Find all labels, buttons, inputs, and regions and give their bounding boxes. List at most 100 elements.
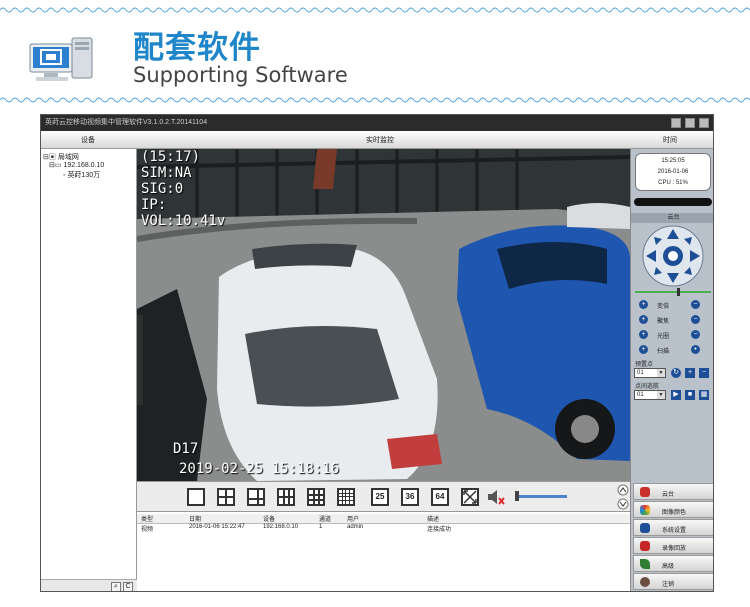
device-tree-panel: ⊟▣ 局域网 ⊟▭ 192.168.0.10 ◦ 英莳130万 ⌕ C [41,149,137,591]
split-4-button[interactable] [217,488,235,506]
osd-timestamp: 2019-02-25 15:18:16 [179,461,340,477]
clock-display: 15:25:05 2016-01-06 CPU : 51% [635,153,711,191]
window-titlebar: 英莳云控移动视频集中管理软件V3.1.0.2.T.20141104 [41,115,713,131]
menu-system-settings-button[interactable]: 系统设置 [633,519,713,536]
ptz-iris-row: + 光圈 − [635,329,713,341]
cruise-label: 点间巡航 [635,384,660,390]
window-title: 英莳云控移动视频集中管理软件V3.1.0.2.T.20141104 [45,119,208,126]
iris-close-button[interactable]: − [691,330,700,339]
scan-start-button[interactable]: + [639,345,648,354]
search-button[interactable]: ⌕ [111,582,121,591]
wavy-divider-top [0,7,750,13]
log-col-user: 用户 [347,517,360,523]
preset-delete-button[interactable]: − [699,368,709,378]
video-frame [137,149,630,481]
fullscreen-icon[interactable] [461,488,479,506]
split-64-button[interactable]: 64 [431,488,449,506]
tree-node-device[interactable]: ◦ 英莳130万 [63,170,100,180]
ptz-scan-row: + 扫描 • [635,344,713,356]
osd-ip: IP: [141,197,167,213]
split-16-button[interactable] [337,488,355,506]
advanced-icon [640,559,650,569]
mute-icon[interactable] [487,489,505,505]
scan-stop-button[interactable]: • [691,345,700,354]
osd-camera-label: D17 [173,441,199,457]
monitor-settings-icon [640,523,650,533]
menu-ptz-button[interactable]: 云台 [633,483,713,500]
panel-header-row: 设备 实时监控 时间 [41,131,713,149]
split-8-button[interactable] [277,488,295,506]
preset-select[interactable]: 01 ▼ [634,368,666,378]
film-icon [640,541,650,551]
osd-sim: SIM:NA [141,165,192,181]
palette-icon [640,505,650,515]
status-bar [634,198,712,206]
scroll-arrows-icon[interactable] [617,484,629,510]
preset-label: 预置点 [635,362,654,368]
cruise-grid-button[interactable]: ▦ [699,390,709,400]
focus-out-button[interactable]: − [691,315,700,324]
iris-open-button[interactable]: + [639,330,648,339]
panel-collapse-handle[interactable] [137,315,143,405]
view-toolbar: 25 36 64 [137,481,630,511]
clock-date: 2016-01-06 [657,169,689,175]
chevron-down-icon: ▼ [657,391,665,399]
camera-icon: ◦ [63,172,66,179]
menu-image-color-button[interactable]: 图像颜色 [633,501,713,518]
user-icon [640,577,650,587]
split-1-button[interactable] [187,488,205,506]
chevron-down-icon: ▼ [657,369,665,377]
computer-icon [29,37,93,81]
zoom-out-button[interactable]: − [691,300,700,309]
app-window: 英莳云控移动视频集中管理软件V3.1.0.2.T.20141104 设备 实时监… [40,114,714,592]
clock-time: 15:25:05 [661,158,685,164]
log-col-date: 日期 [189,517,202,523]
preset-add-button[interactable]: + [685,368,695,378]
log-col-type: 类型 [141,517,154,523]
log-col-device: 设备 [263,517,276,523]
focus-in-button[interactable]: + [639,315,648,324]
monitor-header: 实时监控 [366,137,394,144]
ptz-speed-slider[interactable] [635,291,711,293]
cruise-stop-button[interactable]: ■ [685,390,695,400]
tree-node-ip[interactable]: ⊟▭ 192.168.0.10 [49,161,104,169]
page-title: 配套软件 [133,30,261,66]
event-log-table: 类型 日期 设备 通道 用户 描述 视频 2016-01-06 15:22:47… [137,511,630,591]
ptz-speed-knob[interactable] [677,288,680,296]
osd-signal: SIG:0 [141,181,184,197]
ptz-direction-pad[interactable] [642,225,704,287]
devices-header: 设备 [81,137,95,144]
refresh-button[interactable]: C [123,582,133,591]
ptz-zoom-row: + 变倍 − [635,299,713,311]
zoom-in-button[interactable]: + [639,300,648,309]
computer-node-icon: ⊟▭ [49,162,62,169]
close-button[interactable] [699,118,709,128]
log-col-desc: 描述 [427,517,440,523]
ptz-title: 云台 [631,213,713,223]
live-video-view[interactable]: (15:17) SIM:NA SIG:0 IP: VOL:10.41v D17 … [137,149,630,481]
cruise-play-button[interactable]: ▶ [671,390,681,400]
menu-advanced-button[interactable]: 高级 [633,555,713,572]
osd-voltage: VOL:10.41v [141,213,226,229]
ptz-focus-row: + 聚焦 − [635,314,713,326]
minimize-button[interactable] [671,118,681,128]
time-header: 时间 [663,137,677,144]
cpu-usage: CPU : 51% [658,180,688,186]
volume-slider[interactable] [517,495,567,498]
cruise-select[interactable]: 01 ▼ [634,390,666,400]
menu-playback-button[interactable]: 录像回放 [633,537,713,554]
log-header-row: 类型 日期 设备 通道 用户 描述 [137,514,630,524]
volume-slider-knob[interactable] [515,491,519,501]
split-25-button[interactable]: 25 [371,488,389,506]
split-9-button[interactable] [307,488,325,506]
table-row[interactable]: 视频 2016-01-06 15:22:47 192.168.0.10 1 ad… [137,524,630,534]
preset-goto-button[interactable]: ↻ [671,368,681,378]
control-panel: 15:25:05 2016-01-06 CPU : 51% 云台 + 变倍 − … [630,149,713,591]
maximize-button[interactable] [685,118,695,128]
osd-channel-time: (15:17) [141,149,201,165]
page-subtitle: Supporting Software [133,63,348,87]
device-panel-footer: ⌕ C [41,579,137,591]
split-6-button[interactable] [247,488,265,506]
split-36-button[interactable]: 36 [401,488,419,506]
menu-logout-button[interactable]: 注销 [633,573,713,590]
